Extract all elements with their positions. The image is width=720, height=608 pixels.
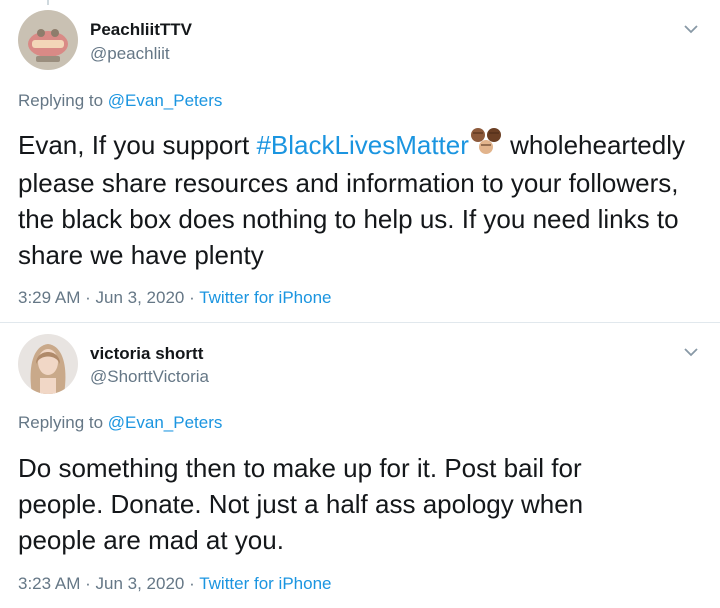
replying-to-link[interactable]: @Evan_Peters	[108, 413, 223, 432]
hashtag-link[interactable]: #BlackLivesMatter	[256, 130, 468, 160]
replying-to-link[interactable]: @Evan_Peters	[108, 91, 223, 110]
tweet-text: Evan, If you support #BlackLivesMatter w…	[18, 126, 708, 273]
display-name[interactable]: PeachliitTTV	[90, 20, 192, 40]
separator: ·	[189, 574, 195, 593]
display-name[interactable]: victoria shortt	[90, 344, 203, 364]
tweet-source[interactable]: Twitter for iPhone	[199, 288, 331, 307]
tweet-time[interactable]: 3:29 AM	[18, 288, 80, 307]
replying-to: Replying to @Evan_Peters	[18, 413, 222, 433]
tweet-date[interactable]: Jun 3, 2020	[96, 288, 185, 307]
tweet-text-before: Evan, If you support	[18, 130, 257, 160]
replying-to: Replying to @Evan_Peters	[18, 91, 222, 111]
tweet-text: Do something then to make up for it. Pos…	[18, 453, 584, 555]
tweet-1[interactable]: PeachliitTTV @peachliit Replying to @Eva…	[0, 0, 720, 322]
avatar[interactable]	[18, 334, 78, 394]
separator: ·	[189, 288, 195, 307]
chevron-down-icon[interactable]	[682, 343, 700, 361]
tweet-2[interactable]: victoria shortt @ShorttVictoria Replying…	[0, 323, 720, 608]
separator: ·	[85, 288, 91, 307]
separator: ·	[85, 574, 91, 593]
tweet-meta: 3:29 AM · Jun 3, 2020 · Twitter for iPho…	[18, 288, 331, 308]
replying-prefix: Replying to	[18, 413, 104, 432]
thread-line	[47, 0, 49, 5]
handle[interactable]: @ShorttVictoria	[90, 367, 209, 387]
replying-prefix: Replying to	[18, 91, 104, 110]
chevron-down-icon[interactable]	[682, 20, 700, 38]
avatar[interactable]	[18, 10, 78, 70]
handle[interactable]: @peachliit	[90, 44, 170, 64]
tweet-source[interactable]: Twitter for iPhone	[199, 574, 331, 593]
tweet-meta: 3:23 AM · Jun 3, 2020 · Twitter for iPho…	[18, 574, 331, 594]
tweet-date[interactable]: Jun 3, 2020	[96, 574, 185, 593]
fist-emoji-icon	[469, 126, 503, 165]
tweet-time[interactable]: 3:23 AM	[18, 574, 80, 593]
